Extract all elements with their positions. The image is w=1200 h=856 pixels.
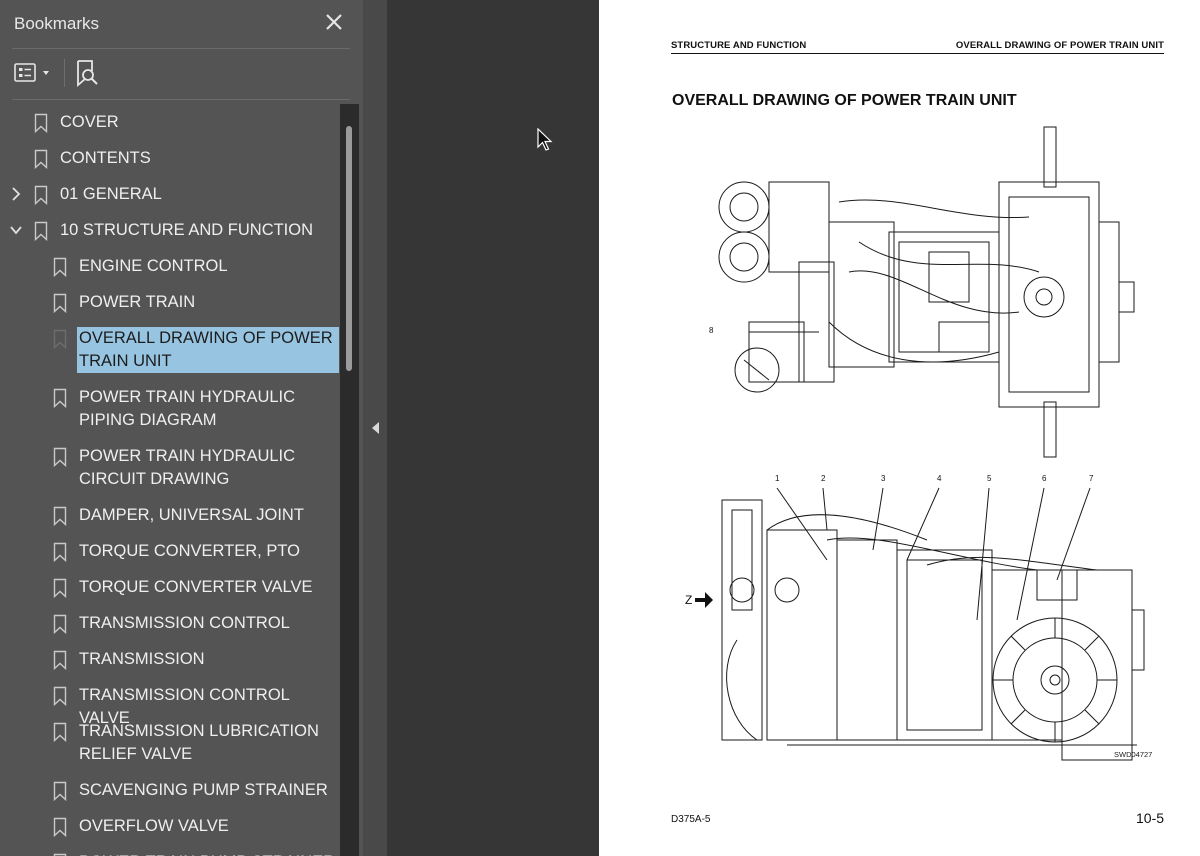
bookmarks-panel: Bookmarks COVER CONTENTS 01 GENERAL 10 STRU…	[0, 0, 363, 856]
bookmark-item[interactable]: POWER TRAIN HYDRAULIC CIRCUIT DRAWING	[0, 445, 340, 491]
bookmark-label: ENGINE CONTROL	[79, 257, 228, 275]
bookmark-label: POWER TRAIN HYDRAULIC PIPING DIAGRAM	[79, 388, 296, 429]
bookmark-icon	[53, 506, 67, 526]
bookmark-label: DAMPER, UNIVERSAL JOINT	[79, 506, 304, 524]
page-heading: OVERALL DRAWING OF POWER TRAIN UNIT	[672, 92, 1017, 109]
bookmark-icon	[53, 650, 67, 670]
chevron-right-icon[interactable]	[9, 186, 23, 202]
bookmark-label: POWER TRAIN PUMP STRAINER	[77, 851, 339, 856]
bookmark-icon	[53, 578, 67, 598]
collapse-panel-icon[interactable]	[368, 418, 384, 438]
bookmark-label: TRANSMISSION LUBRICATION RELIEF VALVE	[79, 722, 319, 763]
bookmark-item[interactable]: OVERFLOW VALVE	[0, 815, 340, 838]
bookmarks-header: Bookmarks	[0, 0, 363, 48]
bookmark-item[interactable]: ENGINE CONTROL	[0, 255, 340, 278]
bookmark-item[interactable]: DAMPER, UNIVERSAL JOINT	[0, 504, 340, 527]
bookmark-icon	[53, 686, 67, 706]
figure-code: SWD04727	[1114, 750, 1153, 759]
power-train-side-view-drawing	[695, 487, 1145, 761]
bookmark-icon	[34, 149, 48, 169]
toolbar-divider	[64, 59, 65, 87]
bookmarks-title: Bookmarks	[14, 14, 100, 33]
bookmark-icon	[34, 185, 48, 205]
bookmark-label: CONTENTS	[60, 149, 151, 167]
bookmark-item[interactable]: POWER TRAIN PUMP STRAINER	[0, 851, 340, 856]
bookmark-label: OVERFLOW VALVE	[79, 817, 229, 835]
bookmark-item[interactable]: COVER	[0, 111, 340, 134]
bookmark-item[interactable]: POWER TRAIN	[0, 291, 340, 314]
bookmark-icon	[53, 293, 67, 313]
bookmark-icon	[34, 113, 48, 133]
bookmark-item[interactable]: OVERALL DRAWING OF POWER TRAIN UNIT	[0, 327, 340, 373]
bookmark-label: POWER TRAIN	[79, 293, 196, 311]
bookmark-list: COVER CONTENTS 01 GENERAL 10 STRUCTURE AND …	[0, 104, 340, 856]
bookmark-icon	[53, 329, 67, 349]
bookmark-item[interactable]: 10 STRUCTURE AND FUNCTION	[0, 219, 340, 242]
bookmark-item[interactable]: TRANSMISSION CONTROL	[0, 612, 340, 635]
bookmark-label: TORQUE CONVERTER, PTO	[79, 542, 300, 560]
callout-8: 8	[709, 326, 714, 335]
bookmark-icon	[53, 257, 67, 277]
header-rule	[671, 53, 1164, 54]
bookmark-icon	[53, 817, 67, 837]
bookmark-item[interactable]: TRANSMISSION	[0, 648, 340, 671]
bookmark-item[interactable]: TRANSMISSION CONTROL VALVE	[0, 684, 340, 727]
bookmark-item[interactable]: TRANSMISSION LUBRICATION RELIEF VALVE	[0, 720, 340, 766]
power-train-top-view-drawing	[718, 126, 1135, 458]
bookmark-label: 10 STRUCTURE AND FUNCTION	[60, 221, 314, 239]
document-canvas	[387, 0, 599, 856]
bookmark-item[interactable]: SCAVENGING PUMP STRAINER	[0, 779, 340, 802]
bookmark-scrollbar[interactable]	[340, 104, 359, 856]
running-header-right: OVERALL DRAWING OF POWER TRAIN UNIT	[955, 40, 1164, 51]
bookmark-icon	[53, 722, 67, 742]
bookmark-item[interactable]: POWER TRAIN HYDRAULIC PIPING DIAGRAM	[0, 386, 340, 432]
document-model: D375A-5	[671, 814, 711, 825]
bookmark-label: 01 GENERAL	[60, 185, 162, 203]
scrollbar-thumb[interactable]	[346, 126, 352, 371]
chevron-down-icon[interactable]	[9, 222, 23, 238]
bookmark-label: TRANSMISSION CONTROL	[79, 614, 290, 632]
bookmark-label: TORQUE CONVERTER VALVE	[79, 578, 313, 596]
close-icon[interactable]	[322, 10, 346, 34]
page-number: 10-5	[1136, 810, 1165, 826]
bookmark-item[interactable]: 01 GENERAL	[0, 183, 340, 206]
bookmark-icon	[53, 388, 67, 408]
running-header-left: STRUCTURE AND FUNCTION	[671, 40, 807, 51]
bookmark-label: TRANSMISSION	[79, 650, 205, 668]
mouse-pointer-icon	[537, 128, 553, 151]
options-menu-icon[interactable]	[12, 61, 56, 85]
bookmark-label: OVERALL DRAWING OF POWER TRAIN UNIT	[77, 327, 339, 373]
find-bookmark-icon[interactable]	[74, 59, 100, 87]
bookmark-label: COVER	[60, 113, 119, 131]
bookmark-item[interactable]: TORQUE CONVERTER, PTO	[0, 540, 340, 563]
bookmark-icon	[53, 614, 67, 634]
bookmark-label: SCAVENGING PUMP STRAINER	[79, 781, 328, 799]
bookmark-item[interactable]: CONTENTS	[0, 147, 340, 170]
bookmark-icon	[53, 542, 67, 562]
bookmarks-toolbar	[0, 49, 363, 99]
document-page: STRUCTURE AND FUNCTION OVERALL DRAWING O…	[599, 0, 1200, 856]
bookmark-label: POWER TRAIN HYDRAULIC CIRCUIT DRAWING	[79, 447, 296, 488]
bookmark-icon	[53, 447, 67, 467]
divider	[12, 99, 350, 100]
bookmark-icon	[34, 221, 48, 241]
bookmark-icon	[53, 781, 67, 801]
bookmark-item[interactable]: TORQUE CONVERTER VALVE	[0, 576, 340, 599]
